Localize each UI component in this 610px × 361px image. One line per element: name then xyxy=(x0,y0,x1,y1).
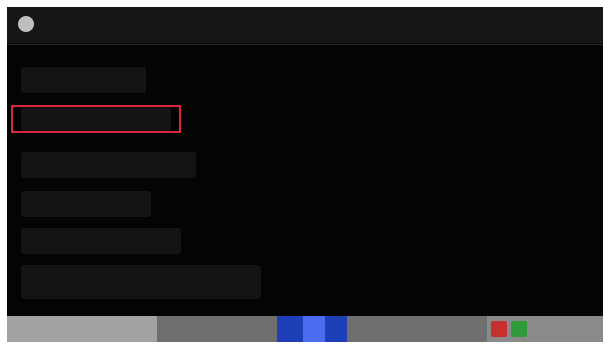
bottom-bar xyxy=(7,316,603,342)
app-title xyxy=(47,17,267,33)
green-button-icon xyxy=(511,321,527,337)
selection-highlight xyxy=(11,105,181,133)
bottom-bar-segment xyxy=(157,316,277,342)
red-button-icon xyxy=(491,321,507,337)
bottom-bar-label xyxy=(535,323,597,335)
menu-item[interactable] xyxy=(21,191,151,217)
bottom-bar-highlight-core xyxy=(303,316,325,342)
title-divider xyxy=(7,44,603,45)
bottom-bar-segment xyxy=(7,316,157,342)
app-icon xyxy=(18,16,34,32)
bottom-bar-segment xyxy=(347,316,487,342)
caption xyxy=(488,345,600,357)
tv-screen xyxy=(7,7,603,342)
title-bar xyxy=(7,7,603,43)
menu-item[interactable] xyxy=(21,265,261,299)
menu-item[interactable] xyxy=(21,152,196,178)
menu-item[interactable] xyxy=(21,67,146,93)
menu-item[interactable] xyxy=(21,228,181,254)
